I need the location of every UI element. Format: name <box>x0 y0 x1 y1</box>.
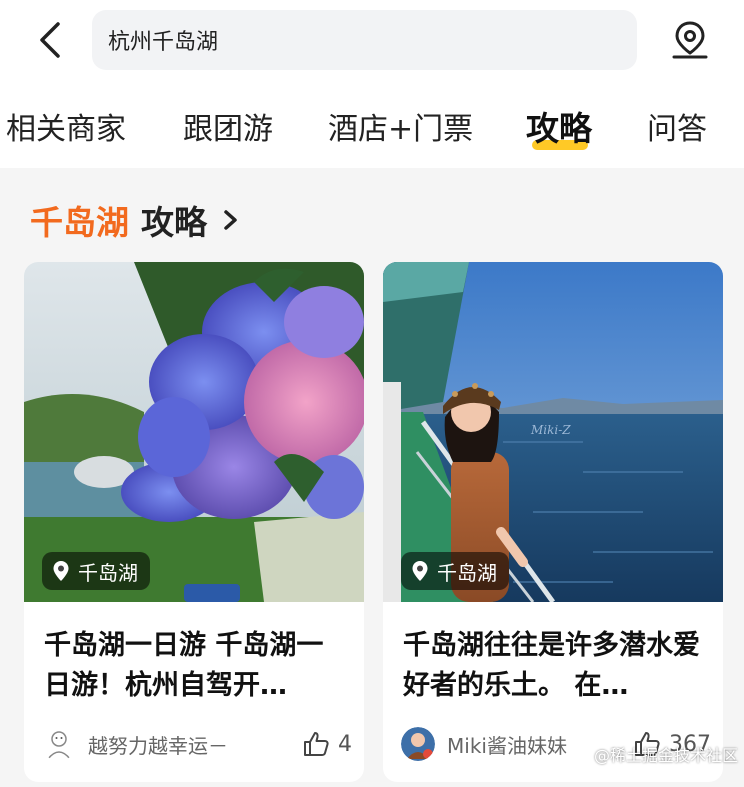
location-pin-icon <box>672 21 708 59</box>
photo-watermark-text: Miki-Z <box>530 423 571 437</box>
search-box[interactable] <box>92 10 637 70</box>
avatar[interactable] <box>42 727 76 761</box>
back-button[interactable] <box>30 18 70 62</box>
like-count: 4 <box>338 731 352 757</box>
location-pin-icon <box>53 561 69 581</box>
thumbs-up-icon <box>304 732 329 756</box>
section-title-highlight: 千岛湖 <box>30 203 129 242</box>
tab-qa[interactable]: 问答 <box>647 104 707 148</box>
tab-related-merchants[interactable]: 相关商家 <box>6 104 126 148</box>
guide-card[interactable]: Miki-Z 千岛湖 千岛湖往往是许多潜水爱好者的乐土。 在… Miki酱油妹妹 <box>383 262 723 782</box>
chevron-right-icon <box>224 210 237 230</box>
location-tag: 千岛湖 <box>401 552 509 590</box>
card-image-hydrangea <box>24 262 364 602</box>
avatar[interactable] <box>401 727 435 761</box>
category-tabs: 相关商家 跟团游 酒店+门票 攻略 问答 <box>0 80 744 168</box>
card-title[interactable]: 千岛湖一日游 千岛湖一日游！杭州自驾开… <box>44 626 350 706</box>
guide-card[interactable]: 千岛湖 千岛湖一日游 千岛湖一日游！杭州自驾开… 越努力越幸运－ 4 <box>24 262 364 782</box>
search-input[interactable] <box>106 26 637 54</box>
tab-hotel-tickets[interactable]: 酒店+门票 <box>328 104 473 148</box>
back-arrow-icon <box>40 22 60 58</box>
tab-guides[interactable]: 攻略 <box>526 102 592 150</box>
card-meta: 越努力越幸运－ 4 <box>42 724 352 764</box>
section-title-label: 攻略 <box>141 203 207 242</box>
card-title[interactable]: 千岛湖往往是许多潜水爱好者的乐土。 在… <box>403 626 709 706</box>
like-button[interactable]: 4 <box>302 730 352 758</box>
location-pin-icon <box>412 561 428 581</box>
location-tag-label: 千岛湖 <box>437 560 497 585</box>
location-tag-label: 千岛湖 <box>78 560 138 585</box>
section-title[interactable]: 千岛湖 攻略 <box>30 196 243 244</box>
author-name[interactable]: 越努力越幸运－ <box>88 730 294 759</box>
card-image-lake: Miki-Z <box>383 262 723 602</box>
tab-group-tour[interactable]: 跟团游 <box>183 104 273 148</box>
location-tag: 千岛湖 <box>42 552 150 590</box>
top-bar <box>0 0 744 80</box>
location-button[interactable] <box>664 16 716 64</box>
site-watermark: @稀土掘金技术社区 <box>594 746 739 765</box>
